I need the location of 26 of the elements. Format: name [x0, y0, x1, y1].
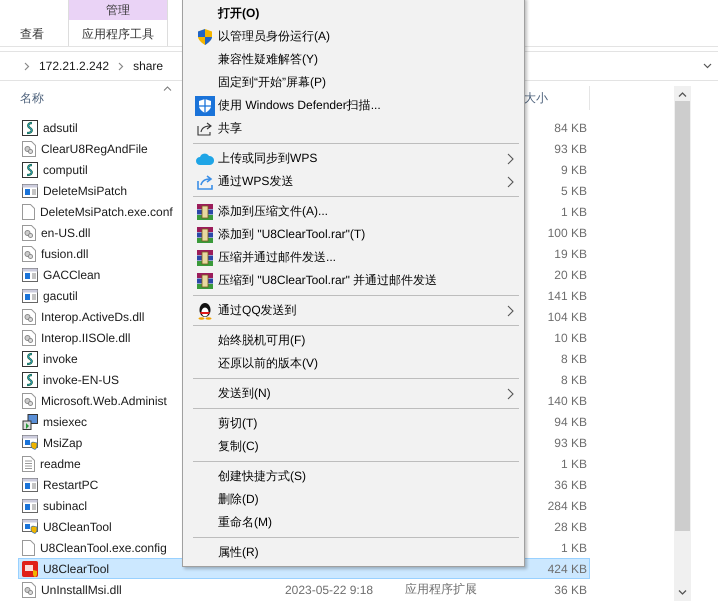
- file-size: 20 KB: [554, 268, 587, 282]
- context-tab-header: 管理: [69, 0, 167, 20]
- file-size: 8 KB: [560, 352, 587, 366]
- file-size: 424 KB: [548, 562, 587, 576]
- file-size: 9 KB: [560, 162, 587, 176]
- file-size: 1 KB: [560, 204, 587, 218]
- file-size: 19 KB: [554, 246, 587, 260]
- file-type: 应用程序扩展: [405, 582, 477, 596]
- file-size: 93 KB: [554, 436, 587, 450]
- file-size: 104 KB: [548, 310, 587, 324]
- file-size: 1 KB: [560, 540, 587, 554]
- file-size: 140 KB: [548, 394, 587, 408]
- file-size: 100 KB: [548, 226, 587, 240]
- file-size: 10 KB: [554, 330, 587, 344]
- file-size: 36 KB: [554, 582, 587, 596]
- file-size: 284 KB: [548, 498, 587, 512]
- file-size: 8 KB: [560, 372, 587, 386]
- file-size: 28 KB: [554, 520, 587, 534]
- file-size: 94 KB: [554, 414, 587, 428]
- file-size: 1 KB: [560, 456, 587, 470]
- file-size: 84 KB: [554, 120, 587, 134]
- file-size: 93 KB: [554, 142, 587, 156]
- file-size: 5 KB: [560, 184, 587, 198]
- file-size: 141 KB: [548, 288, 587, 302]
- file-date: 2023-05-22 9:18: [285, 582, 374, 596]
- file-size: 36 KB: [554, 478, 587, 492]
